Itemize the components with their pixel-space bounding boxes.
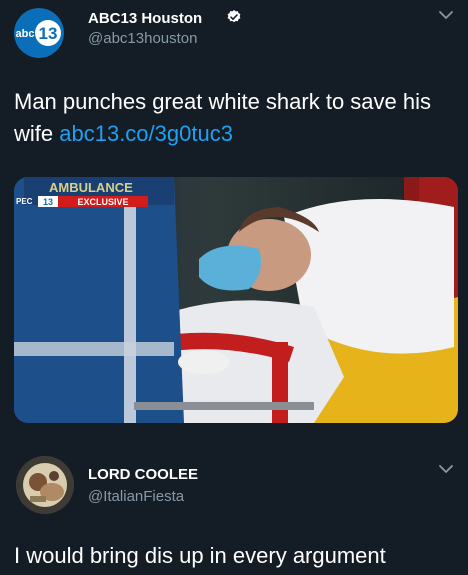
tweet-media-image[interactable]: AMBULANCE PEC 13 EXCLUSIVE xyxy=(14,177,458,423)
tweet-text: I would bring dis up in every argument xyxy=(14,543,386,568)
channel-number: 13 xyxy=(43,197,53,207)
tweet-link[interactable]: abc13.co/3g0tuc3 xyxy=(59,121,233,146)
avatar-abc13[interactable]: 13 abc xyxy=(14,8,64,58)
handle[interactable]: @ItalianFiesta xyxy=(88,488,184,505)
svg-text:13: 13 xyxy=(39,24,58,43)
overlay-text: AMBULANCE xyxy=(49,180,133,195)
chevron-down-icon[interactable] xyxy=(438,464,454,474)
news-photo: AMBULANCE PEC 13 EXCLUSIVE xyxy=(14,177,458,423)
handle[interactable]: @abc13houston xyxy=(88,30,197,47)
abc13-logo: 13 abc xyxy=(14,8,64,58)
verified-badge-icon xyxy=(227,10,241,23)
display-name[interactable]: ABC13 Houston xyxy=(88,10,202,27)
exclusive-label: EXCLUSIVE xyxy=(77,197,128,207)
display-name[interactable]: LORD COOLEE xyxy=(88,466,198,483)
corner-text: PEC xyxy=(16,197,33,206)
tweet-text: Man punches great white shark to save hi… xyxy=(14,86,454,150)
avatar-photo xyxy=(16,456,74,514)
svg-text:abc: abc xyxy=(16,28,35,40)
avatar-lord-coolee[interactable] xyxy=(16,456,74,514)
chevron-down-icon[interactable] xyxy=(438,10,454,20)
